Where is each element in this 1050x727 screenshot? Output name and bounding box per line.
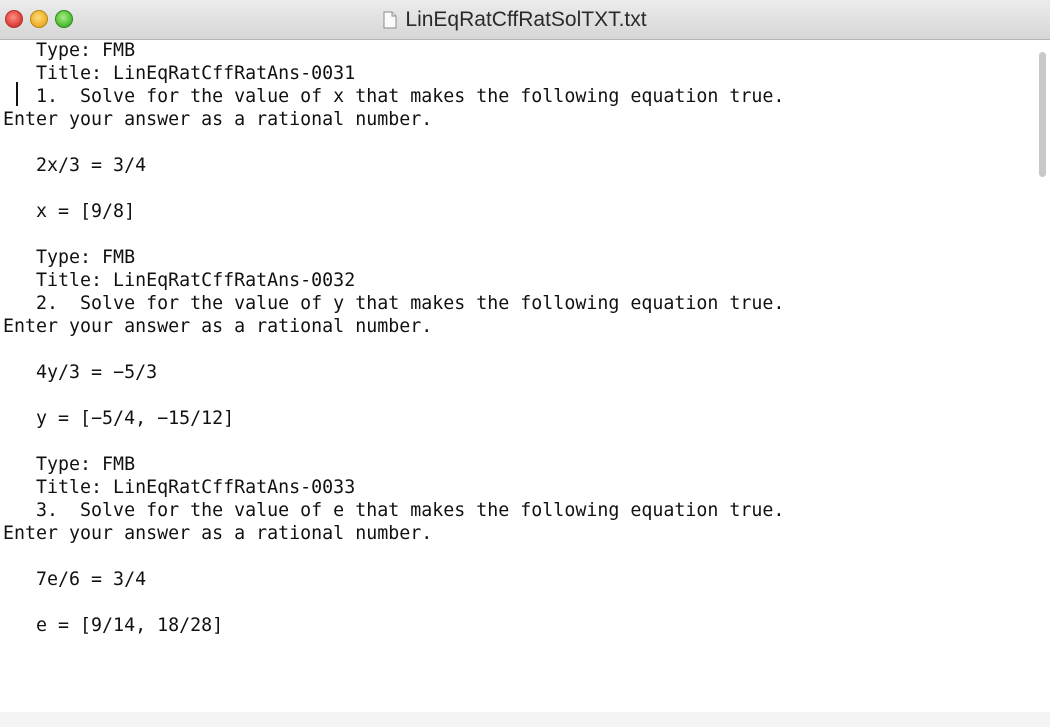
text-line: [3, 131, 1033, 154]
text-line: 2x/3 = 3/4: [3, 155, 147, 176]
text-line: [3, 591, 1033, 614]
text-line: [3, 430, 1033, 453]
text-line: 3. Solve for the value of e that makes t…: [3, 500, 785, 521]
text-line: 1. Solve for the value of x that makes t…: [3, 86, 785, 107]
text-line: 7e/6 = 3/4: [3, 569, 147, 590]
vertical-scrollbar[interactable]: [1036, 40, 1050, 660]
document-editor[interactable]: Type: FMB Title: LinEqRatCffRatAns-0031 …: [0, 40, 1050, 727]
text-cursor: [16, 82, 18, 106]
window-title: LinEqRatCffRatSolTXT.txt: [405, 8, 647, 31]
scrollbar-thumb[interactable]: [1039, 52, 1046, 177]
text-line: Type: FMB: [3, 247, 136, 268]
window-bottom-edge: [0, 712, 1050, 727]
text-line: [3, 545, 1033, 568]
text-line: [3, 384, 1033, 407]
text-line: Enter your answer as a rational number.: [3, 523, 433, 544]
text-line: [3, 338, 1033, 361]
text-line: Title: LinEqRatCffRatAns-0031: [3, 63, 356, 84]
text-line: 4y/3 = −5/3: [3, 362, 158, 383]
text-line: y = [−5/4, −15/12]: [3, 408, 235, 429]
window-title-group: LinEqRatCffRatSolTXT.txt: [0, 0, 1050, 40]
document-icon: [383, 11, 397, 29]
text-line: Title: LinEqRatCffRatAns-0033: [3, 477, 356, 498]
text-line: Title: LinEqRatCffRatAns-0032: [3, 270, 356, 291]
text-line: e = [9/14, 18/28]: [3, 615, 224, 636]
text-line: Type: FMB: [3, 454, 136, 475]
text-line: [3, 177, 1033, 200]
text-editor-window: LinEqRatCffRatSolTXT.txt Type: FMB Title…: [0, 0, 1050, 727]
text-line: 2. Solve for the value of y that makes t…: [3, 293, 785, 314]
text-line: Type: FMB: [3, 40, 136, 61]
text-line: Enter your answer as a rational number.: [3, 316, 433, 337]
title-bar[interactable]: LinEqRatCffRatSolTXT.txt: [0, 0, 1050, 40]
text-line: Enter your answer as a rational number.: [3, 109, 433, 130]
text-line: [3, 223, 1033, 246]
text-line: x = [9/8]: [3, 201, 136, 222]
document-text-area[interactable]: Type: FMB Title: LinEqRatCffRatAns-0031 …: [3, 39, 1033, 719]
